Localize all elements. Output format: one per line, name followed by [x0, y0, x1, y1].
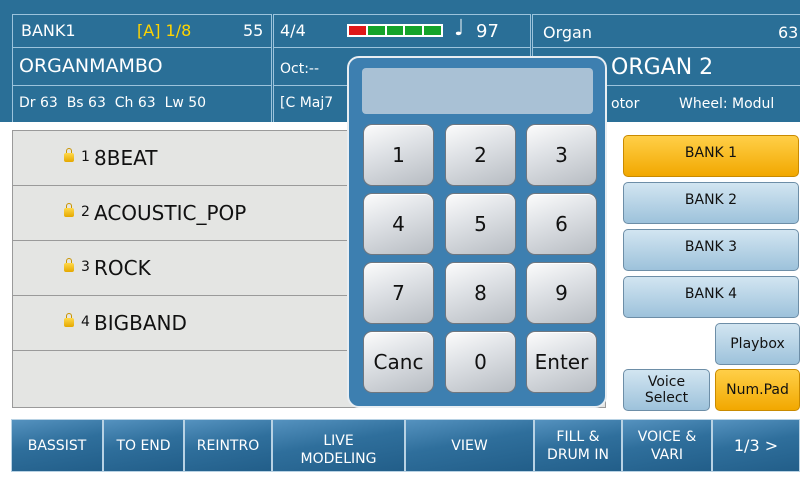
- lock-icon: [64, 203, 74, 217]
- key-8[interactable]: 8: [445, 262, 516, 324]
- tab-fill-label-2: DRUM IN: [547, 446, 609, 463]
- level-meter: [347, 24, 443, 37]
- key-4[interactable]: 4: [363, 193, 434, 255]
- style-number: 2: [81, 204, 90, 220]
- key-3[interactable]: 3: [526, 124, 597, 186]
- voice-title: ORGAN 2: [611, 55, 714, 80]
- style-number: 3: [81, 259, 90, 275]
- key-2[interactable]: 2: [445, 124, 516, 186]
- note-icon: ♩: [454, 16, 465, 41]
- bank-2-button[interactable]: BANK 2: [623, 182, 799, 224]
- style-name: ACOUSTIC_POP: [94, 201, 247, 225]
- bank-4-button[interactable]: BANK 4: [623, 276, 799, 318]
- voice-select-label-1: Voice: [647, 374, 686, 390]
- numpad-display: [362, 68, 593, 114]
- num-pad-button[interactable]: Num.Pad: [715, 369, 800, 411]
- style-name: BIGBAND: [94, 311, 187, 335]
- octave-label: Oct:--: [280, 61, 320, 77]
- style-name: 8BEAT: [94, 146, 158, 170]
- cancel-key[interactable]: Canc: [363, 331, 434, 393]
- style-info-panel[interactable]: BANK1 [A] 1/8 55 ORGANMAMBO Dr 63 Bs 63 …: [12, 14, 272, 122]
- enter-key[interactable]: Enter: [526, 331, 597, 393]
- key-0[interactable]: 0: [445, 331, 516, 393]
- style-name: ORGANMAMBO: [19, 55, 163, 77]
- lock-icon: [64, 313, 74, 327]
- numeric-keypad: 1 2 3 4 5 6 7 8 9 Canc 0 Enter: [347, 56, 607, 408]
- style-position-label: [A] 1/8: [137, 21, 192, 40]
- lock-icon: [64, 148, 74, 162]
- voice-name: Organ: [543, 23, 592, 42]
- style-part-levels: Dr 63 Bs 63 Ch 63 Lw 50: [19, 95, 207, 111]
- voice-select-label-2: Select: [644, 390, 689, 406]
- tab-reintro[interactable]: REINTRO: [184, 419, 272, 472]
- key-5[interactable]: 5: [445, 193, 516, 255]
- key-6[interactable]: 6: [526, 193, 597, 255]
- playbox-button[interactable]: Playbox: [715, 323, 800, 365]
- tab-to-end[interactable]: TO END: [103, 419, 184, 472]
- next-page-button[interactable]: 1/3 >: [712, 419, 800, 472]
- voice-select-button[interactable]: Voice Select: [623, 369, 710, 411]
- tab-fill-drum-in[interactable]: FILL & DRUM IN: [534, 419, 622, 472]
- chord-label: [C Maj7: [280, 95, 334, 111]
- key-1[interactable]: 1: [363, 124, 434, 186]
- wheel-label: Wheel: Modul: [679, 96, 775, 112]
- tab-live-label-2: MODELING: [300, 450, 377, 467]
- key-7[interactable]: 7: [363, 262, 434, 324]
- bank-1-button[interactable]: BANK 1: [623, 135, 799, 177]
- key-9[interactable]: 9: [526, 262, 597, 324]
- style-number: 1: [81, 149, 90, 165]
- tempo-value: 97: [476, 21, 499, 42]
- style-bank-label: BANK1: [21, 21, 76, 40]
- tab-fill-label-1: FILL &: [556, 428, 600, 445]
- voice-number: 63: [778, 23, 799, 42]
- tab-voice-vari[interactable]: VOICE & VARI: [622, 419, 712, 472]
- lock-icon: [64, 258, 74, 272]
- tab-live-label-1: LIVE: [323, 432, 354, 449]
- style-number: 4: [81, 314, 90, 330]
- style-number-label: 55: [243, 21, 264, 40]
- tab-bassist[interactable]: BASSIST: [11, 419, 103, 472]
- tab-voice-label-1: VOICE &: [637, 428, 697, 445]
- bank-3-button[interactable]: BANK 3: [623, 229, 799, 271]
- time-signature: 4/4: [280, 21, 306, 40]
- tab-view[interactable]: VIEW: [405, 419, 534, 472]
- style-name: ROCK: [94, 256, 151, 280]
- tab-live-modeling[interactable]: LIVE MODELING: [272, 419, 405, 472]
- tab-voice-label-2: VARI: [650, 446, 684, 463]
- rotor-label: otor: [611, 96, 640, 112]
